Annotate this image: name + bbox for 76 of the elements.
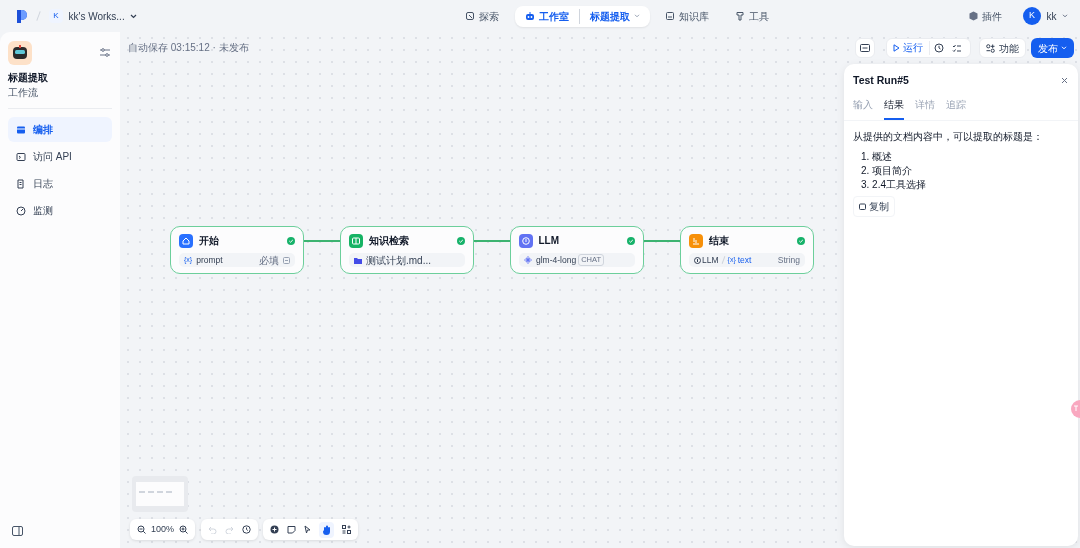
nav-tab[interactable]: 知识库 xyxy=(655,5,720,27)
chevron-down-icon xyxy=(1061,46,1067,50)
workflow-node[interactable]: 知识检索 测试计划.md... xyxy=(340,226,474,274)
result-text: 从提供的文档内容中，可以提取的标题是： xyxy=(853,129,1044,144)
field-note: 必填 xyxy=(259,253,279,268)
robot-icon xyxy=(524,11,535,21)
panel-tab[interactable]: 结果 xyxy=(884,96,904,120)
node-title: 开始 xyxy=(198,234,219,248)
chevron-down-icon xyxy=(130,13,138,19)
terminal-icon xyxy=(16,151,26,162)
close-icon[interactable] xyxy=(1061,77,1068,85)
note-icon[interactable] xyxy=(287,525,297,534)
logo-icon xyxy=(16,9,28,23)
cube-icon xyxy=(969,11,978,21)
field-note: String xyxy=(777,253,800,267)
nav-tab[interactable]: 工作室 标题提取 xyxy=(514,5,650,27)
source-node-label: LLM xyxy=(702,253,719,267)
add-node-icon[interactable] xyxy=(270,525,280,534)
connector-line xyxy=(474,240,510,242)
env-icon xyxy=(859,44,870,52)
book-icon xyxy=(665,11,676,21)
folder-icon xyxy=(354,256,362,264)
node-title: LLM xyxy=(538,234,560,248)
node-field-text: 测试计划.md... xyxy=(366,253,431,268)
sidebar-item[interactable]: 监测 xyxy=(8,198,112,223)
layout-grid-icon[interactable] xyxy=(342,525,352,534)
document-icon xyxy=(16,178,26,189)
play-icon xyxy=(893,44,901,52)
connector-line xyxy=(304,240,340,242)
app-switcher[interactable]: 标题提取 xyxy=(578,8,630,24)
workspace-avatar: K xyxy=(49,9,63,23)
chevron-down-icon xyxy=(633,14,640,18)
sidebar-item[interactable]: 访问 API xyxy=(8,144,112,169)
node-field-text: glm-4-long xyxy=(536,253,577,267)
nav-tab[interactable]: 探索 xyxy=(455,5,510,27)
features-icon xyxy=(985,43,995,53)
checklist-icon xyxy=(952,43,962,53)
sidebar-item[interactable]: 日志 xyxy=(8,171,112,196)
copy-button[interactable]: 复制 xyxy=(853,195,895,217)
app-type: 工作流 xyxy=(8,86,39,100)
connector-line xyxy=(644,240,680,242)
node-title: 结束 xyxy=(708,234,729,248)
chevron-down-icon xyxy=(1062,14,1068,18)
layout-icon xyxy=(16,124,26,135)
field-type-icon xyxy=(283,256,290,264)
minimap-drawing xyxy=(136,482,184,506)
zoom-out-icon[interactable] xyxy=(137,525,146,534)
publish-button[interactable]: 发布 xyxy=(1031,38,1074,58)
features-button[interactable]: 功能 xyxy=(978,38,1026,58)
gauge-icon xyxy=(16,205,26,216)
history-icon[interactable] xyxy=(241,525,251,534)
model-icon xyxy=(524,256,532,264)
result-list-item: 1. 概述 xyxy=(860,149,894,164)
user-menu[interactable]: K kk xyxy=(1023,7,1068,25)
settings-sliders-icon[interactable] xyxy=(100,48,110,57)
clock-icon xyxy=(934,43,944,53)
node-title: 知识检索 xyxy=(368,234,409,248)
user-avatar: K xyxy=(1023,7,1041,25)
env-button[interactable] xyxy=(854,38,875,58)
node-field-text: text xyxy=(737,253,752,267)
node-icon xyxy=(694,256,701,264)
plugins-button[interactable]: 插件 xyxy=(959,5,1012,27)
hand-icon[interactable] xyxy=(322,524,332,535)
zoom-in-icon[interactable] xyxy=(179,525,189,534)
panel-toggle-icon[interactable] xyxy=(12,526,23,536)
nav-tab[interactable]: 工具 xyxy=(724,5,779,27)
result-list-item: 3. 2.4工具选择 xyxy=(860,177,928,192)
workspace-selector[interactable]: K kk's Works... xyxy=(49,8,138,24)
sidebar-item[interactable]: 编排 xyxy=(8,117,112,142)
autosave-status: 自动保存 03:15:12 · 未发布 xyxy=(128,41,249,55)
node-field-text: prompt xyxy=(196,253,223,267)
app-name: 标题提取 xyxy=(8,71,49,85)
app-icon xyxy=(8,41,32,65)
panel-title: Test Run#5 xyxy=(853,73,909,88)
result-list-item: 2. 项目简介 xyxy=(860,163,914,178)
pointer-icon[interactable] xyxy=(304,525,312,534)
